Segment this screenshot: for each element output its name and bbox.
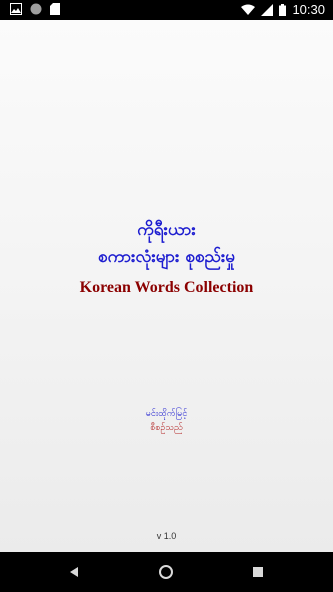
circle-icon xyxy=(30,3,42,15)
version-label: v 1.0 xyxy=(156,531,177,541)
image-icon xyxy=(10,3,22,15)
recents-button[interactable] xyxy=(248,562,268,582)
home-button[interactable] xyxy=(156,562,176,582)
title-english: Korean Words Collection xyxy=(79,279,254,296)
back-icon xyxy=(70,567,78,577)
author-name: မင်းထိုက်မြင့် xyxy=(145,409,188,419)
status-bar: 10:30 xyxy=(0,0,333,20)
navigation-bar xyxy=(0,552,333,592)
recents-icon xyxy=(253,567,263,577)
notification-icons xyxy=(10,3,60,15)
splash-screen: ကိုရီးယား စကားလုံးများ စုစည်းမှု Korean … xyxy=(0,20,333,552)
author-role: စီစဉ်သည် xyxy=(150,423,183,433)
signal-icon xyxy=(261,4,274,16)
home-icon xyxy=(159,565,173,579)
sd-card-icon xyxy=(50,3,60,15)
title-myanmar-line1: ကိုရီးယား xyxy=(137,220,196,240)
title-myanmar-line2: စကားလုံးများ စုစည်းမှု xyxy=(98,247,235,267)
back-button[interactable] xyxy=(64,562,84,582)
wifi-icon xyxy=(241,4,256,15)
system-icons: 10:30 xyxy=(241,2,325,18)
clock: 10:30 xyxy=(292,2,325,17)
battery-icon xyxy=(279,4,287,16)
